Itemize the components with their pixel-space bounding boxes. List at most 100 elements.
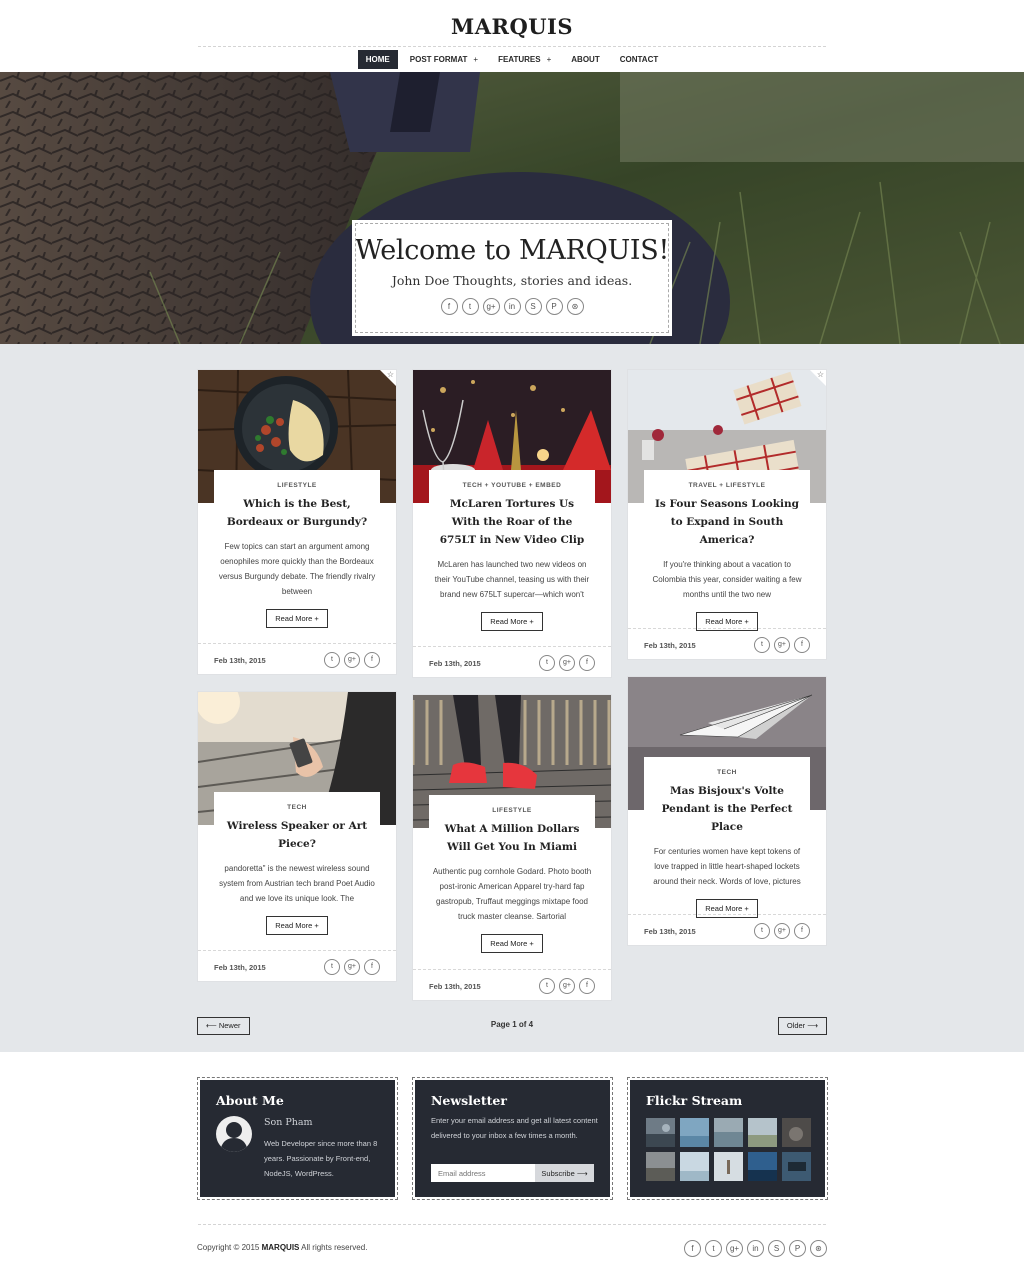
post-card: TECH Mas Bisjoux's Volte Pendant is the …	[627, 676, 827, 946]
dribbble-icon[interactable]: ⊛	[810, 1240, 827, 1257]
google-plus-icon[interactable]: g+	[726, 1240, 743, 1257]
read-more-button[interactable]: Read More +	[266, 916, 328, 935]
linkedin-icon[interactable]: in	[747, 1240, 764, 1257]
post-title[interactable]: Which is the Best, Bordeaux or Burgundy?	[214, 495, 380, 531]
nav-features[interactable]: FEATURES +	[490, 50, 559, 69]
post-date: Feb 13th, 2015	[644, 641, 696, 650]
skype-icon[interactable]: S	[524, 298, 542, 315]
facebook-icon[interactable]: f	[794, 637, 810, 653]
google-plus-icon[interactable]: g+	[344, 652, 360, 668]
post-category[interactable]: TRAVEL + LIFESTYLE	[644, 470, 810, 489]
pinterest-icon[interactable]: P	[789, 1240, 806, 1257]
post-excerpt: For centuries women have kept tokens of …	[653, 847, 801, 886]
twitter-icon[interactable]: t	[539, 655, 555, 671]
twitter-icon[interactable]: t	[461, 298, 479, 315]
google-plus-icon[interactable]: g+	[774, 637, 790, 653]
dribbble-icon[interactable]: ⊛	[566, 298, 584, 315]
flickr-thumb[interactable]	[782, 1118, 811, 1147]
facebook-icon[interactable]: f	[684, 1240, 701, 1257]
linkedin-icon[interactable]: in	[503, 298, 521, 315]
post-card: ☆ LIFESTYLE Which is the Best, Bordeaux …	[197, 369, 397, 675]
google-plus-icon[interactable]: g+	[774, 923, 790, 939]
nav-post-format-label: POST FORMAT	[409, 55, 468, 64]
flickr-thumb[interactable]	[748, 1152, 777, 1181]
facebook-icon[interactable]: f	[579, 655, 595, 671]
author-bio: Web Developer since more than 8 years. P…	[264, 1139, 378, 1178]
nav-about[interactable]: ABOUT	[563, 50, 607, 69]
read-more-button[interactable]: Read More +	[266, 609, 328, 628]
nav-post-format[interactable]: POST FORMAT +	[402, 50, 486, 69]
google-plus-icon[interactable]: g+	[559, 978, 575, 994]
nav-contact-label: CONTACT	[619, 55, 659, 64]
post-meta: Feb 13th, 2015 t g+ f	[413, 969, 611, 1001]
post-date: Feb 13th, 2015	[214, 656, 266, 665]
post-summary: TRAVEL + LIFESTYLE Is Four Seasons Looki…	[644, 470, 810, 631]
sticky-badge: ☆	[810, 370, 826, 386]
post-summary: TECH + YOUTUBE + EMBED McLaren Tortures …	[429, 470, 595, 643]
hero-social-links: f t g+ in S P ⊛	[353, 298, 671, 315]
flickr-thumb[interactable]	[680, 1152, 709, 1181]
post-summary: LIFESTYLE Which is the Best, Bordeaux or…	[214, 470, 380, 640]
facebook-icon[interactable]: f	[364, 652, 380, 668]
nav-home[interactable]: HOME	[357, 50, 398, 69]
post-meta: Feb 13th, 2015 t g+ f	[628, 628, 826, 660]
google-plus-icon[interactable]: g+	[344, 959, 360, 975]
copyright-brand[interactable]: MARQUIS	[262, 1243, 300, 1252]
post-date: Feb 13th, 2015	[644, 927, 696, 936]
post-title[interactable]: What A Million Dollars Will Get You In M…	[429, 820, 595, 856]
read-more-button[interactable]: Read More +	[481, 934, 543, 953]
flickr-thumb[interactable]	[714, 1118, 743, 1147]
skype-icon[interactable]: S	[768, 1240, 785, 1257]
post-summary: TECH Mas Bisjoux's Volte Pendant is the …	[644, 757, 810, 918]
post-category[interactable]: TECH	[214, 792, 380, 811]
twitter-icon[interactable]: t	[324, 652, 340, 668]
twitter-icon[interactable]: t	[324, 959, 340, 975]
flickr-thumb[interactable]	[748, 1118, 777, 1147]
copyright-prefix: Copyright © 2015	[197, 1243, 262, 1252]
post-title[interactable]: Is Four Seasons Looking to Expand in Sou…	[644, 495, 810, 549]
post-title[interactable]: Mas Bisjoux's Volte Pendant is the Perfe…	[644, 782, 810, 836]
post-card: ☆ TRAVEL + LIFESTYLE Is Four Seasons Loo…	[627, 369, 827, 660]
read-more-button[interactable]: Read More +	[481, 612, 543, 631]
post-category[interactable]: LIFESTYLE	[429, 795, 595, 814]
facebook-icon[interactable]: f	[579, 978, 595, 994]
email-field[interactable]	[431, 1164, 535, 1182]
facebook-icon[interactable]: f	[440, 298, 458, 315]
post-excerpt: McLaren has launched two new videos on t…	[434, 560, 590, 599]
facebook-icon[interactable]: f	[794, 923, 810, 939]
flickr-thumb[interactable]	[646, 1152, 675, 1181]
post-meta: Feb 13th, 2015 t g+ f	[413, 646, 611, 678]
older-posts-button[interactable]: Older ⟶	[777, 1017, 827, 1035]
flickr-thumb[interactable]	[680, 1118, 709, 1147]
post-category[interactable]: LIFESTYLE	[214, 470, 380, 489]
copyright-suffix: All rights reserved.	[299, 1243, 368, 1252]
sticky-badge: ☆	[380, 370, 396, 386]
flickr-thumb[interactable]	[646, 1118, 675, 1147]
header-divider	[198, 46, 826, 47]
google-plus-icon[interactable]: g+	[482, 298, 500, 315]
site-logo[interactable]: MARQUIS	[0, 14, 1024, 39]
google-plus-icon[interactable]: g+	[559, 655, 575, 671]
twitter-icon[interactable]: t	[754, 637, 770, 653]
pinterest-icon[interactable]: P	[545, 298, 563, 315]
post-title[interactable]: McLaren Tortures Us With the Roar of the…	[429, 495, 595, 549]
hero-subtitle: John Doe Thoughts, stories and ideas.	[391, 273, 633, 288]
flickr-thumb[interactable]	[714, 1152, 743, 1181]
twitter-icon[interactable]: t	[539, 978, 555, 994]
subscribe-button[interactable]: Subscribe ⟶	[535, 1164, 594, 1182]
post-date: Feb 13th, 2015	[429, 982, 481, 991]
post-category[interactable]: TECH + YOUTUBE + EMBED	[429, 470, 595, 489]
post-category[interactable]: TECH	[644, 757, 810, 776]
about-widget: About Me Son Pham Web Developer since mo…	[197, 1077, 398, 1200]
newsletter-widget: Newsletter Enter your email address and …	[412, 1077, 613, 1200]
twitter-icon[interactable]: t	[705, 1240, 722, 1257]
post-card: LIFESTYLE What A Million Dollars Will Ge…	[412, 694, 612, 1001]
post-title[interactable]: Wireless Speaker or Art Piece?	[214, 817, 380, 853]
flickr-thumb[interactable]	[782, 1152, 811, 1181]
facebook-icon[interactable]: f	[364, 959, 380, 975]
avatar	[216, 1116, 252, 1152]
twitter-icon[interactable]: t	[754, 923, 770, 939]
nav-contact[interactable]: CONTACT	[612, 50, 667, 69]
about-widget-title: About Me	[216, 1093, 284, 1108]
hero-title: Welcome to MARQUIS!	[354, 235, 670, 266]
